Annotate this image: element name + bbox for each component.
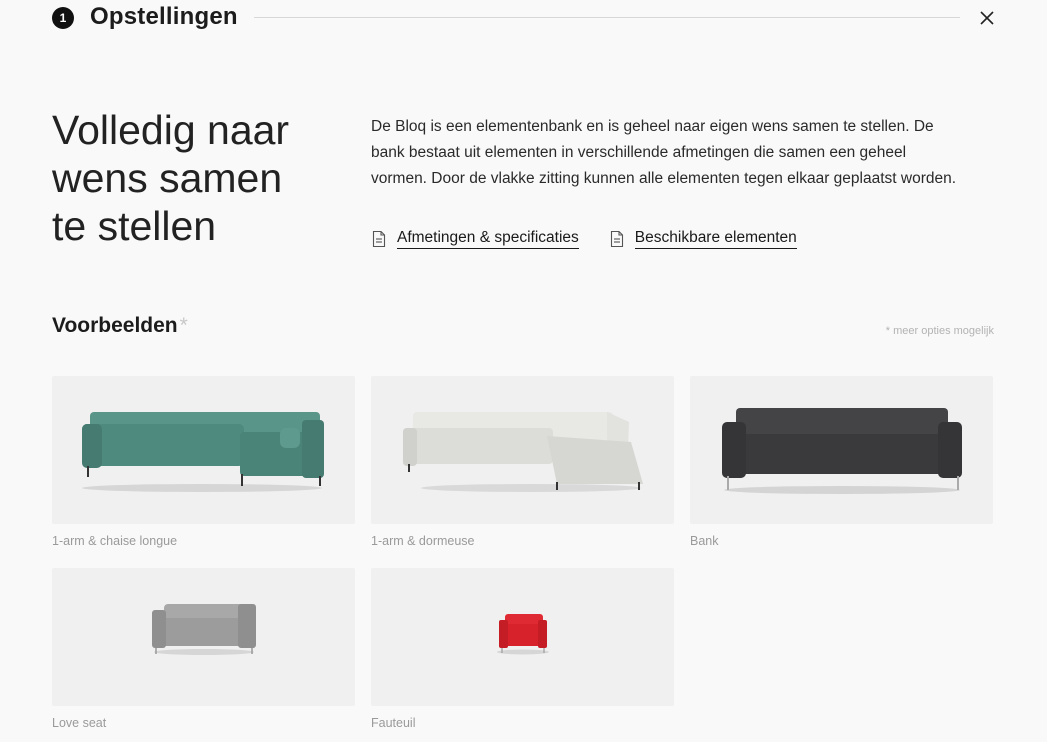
intro-block: De Bloq is een elementenbank en is gehee… [371, 114, 961, 191]
step-number-badge: 1 [52, 7, 74, 29]
sofa-image [690, 376, 993, 524]
example-caption: Bank [690, 534, 719, 548]
example-card-love-seat[interactable]: Love seat [52, 568, 355, 730]
examples-title-text: Voorbeelden [52, 314, 178, 337]
example-card-chaise-longue[interactable]: 1-arm & chaise longue [52, 376, 355, 548]
section-header: 1 Opstellingen [52, 0, 995, 36]
intro-description: De Bloq is een elementenbank en is gehee… [371, 118, 957, 187]
section-title: Opstellingen [90, 3, 238, 30]
hero-title-line: Volledig naar [52, 107, 290, 153]
header-divider [254, 17, 960, 18]
link-label: Beschikbare elementen [634, 229, 797, 249]
example-card-fauteuil[interactable]: Fauteuil [371, 568, 674, 730]
example-caption: Fauteuil [371, 716, 416, 730]
examples-title: Voorbeelden* [52, 314, 188, 338]
sofa-image [52, 568, 355, 706]
hero-title-line: wens samen [52, 155, 283, 201]
example-card-dormeuse[interactable]: 1-arm & dormeuse [371, 376, 674, 548]
link-dimensions-specifications[interactable]: Afmetingen & specificaties [371, 229, 579, 249]
example-caption: 1-arm & chaise longue [52, 534, 178, 548]
example-card-bank[interactable]: Bank [690, 376, 993, 548]
example-caption: Love seat [52, 716, 107, 730]
document-icon [610, 230, 623, 248]
link-label: Afmetingen & specificaties [397, 229, 579, 249]
examples-asterisk: * [179, 314, 188, 337]
close-button[interactable] [976, 7, 998, 29]
document-icon [372, 230, 386, 248]
document-links: Afmetingen & specificaties Beschikbare e… [371, 229, 797, 249]
sofa-image [52, 376, 355, 524]
hero-title-line: te stellen [52, 203, 217, 249]
link-available-elements[interactable]: Beschikbare elementen [609, 229, 797, 249]
sofa-image [371, 568, 674, 706]
sofa-image [371, 376, 674, 524]
example-caption: 1-arm & dormeuse [371, 534, 475, 548]
more-options-note: * meer opties mogelijk [885, 325, 994, 337]
close-icon [980, 11, 994, 25]
hero-title: Volledig naar wens samen te stellen [52, 106, 352, 250]
